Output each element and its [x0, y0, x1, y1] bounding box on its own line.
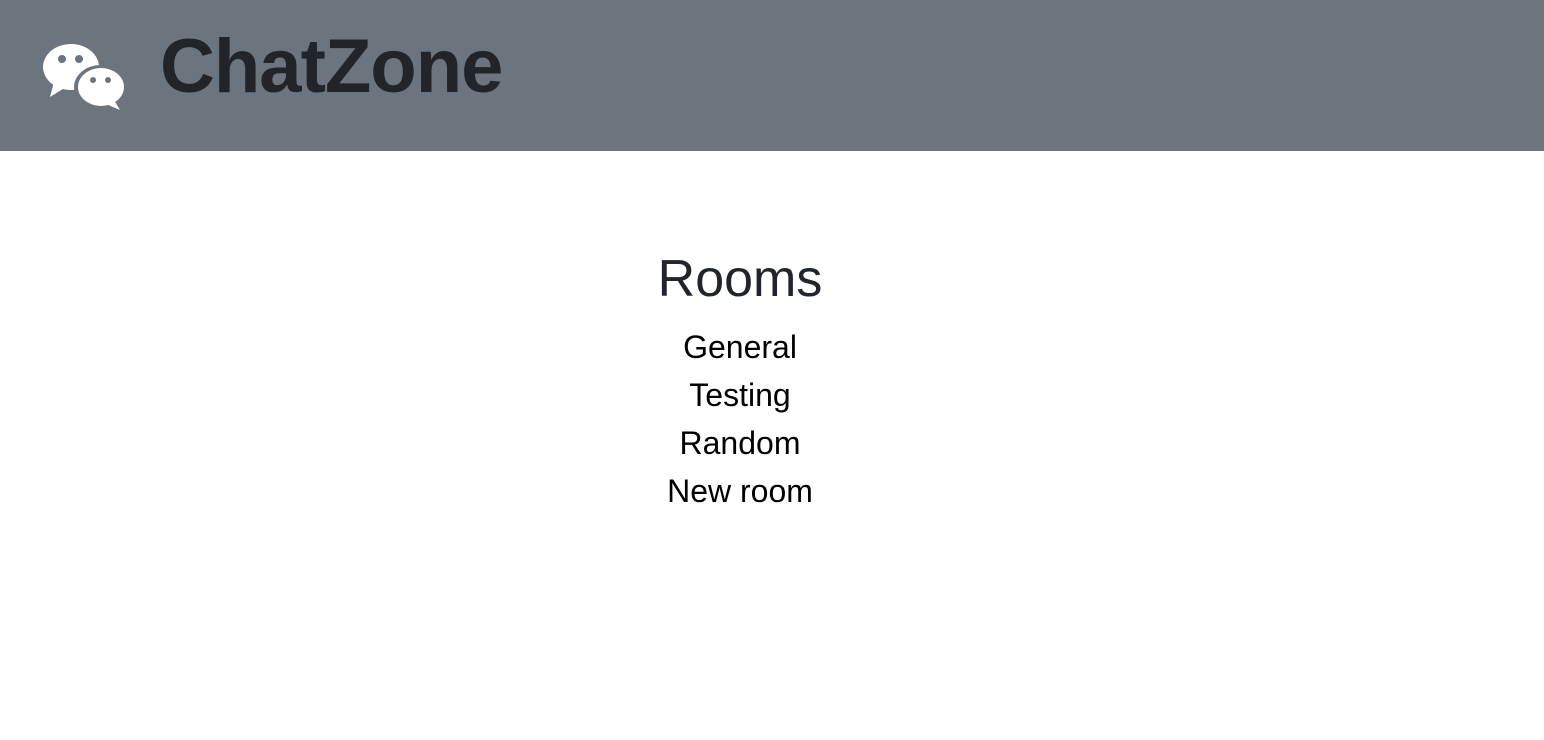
room-item-testing[interactable]: Testing — [0, 371, 1480, 419]
chat-bubbles-icon[interactable] — [42, 42, 126, 112]
room-item-random[interactable]: Random — [0, 419, 1480, 467]
brand-title[interactable]: ChatZone — [160, 22, 503, 112]
room-item-general[interactable]: General — [0, 323, 1480, 371]
room-list: General Testing Random New room — [0, 309, 1480, 515]
room-item-label: Testing — [689, 377, 791, 413]
room-item-new-room[interactable]: New room — [0, 467, 1480, 515]
rooms-section: Rooms General Testing Random New room — [0, 151, 1480, 515]
room-item-label: General — [683, 329, 797, 365]
navbar: ChatZone — [0, 0, 1544, 151]
rooms-title: Rooms — [657, 250, 823, 308]
room-item-label: New room — [667, 473, 813, 509]
room-item-label: Random — [679, 425, 801, 461]
